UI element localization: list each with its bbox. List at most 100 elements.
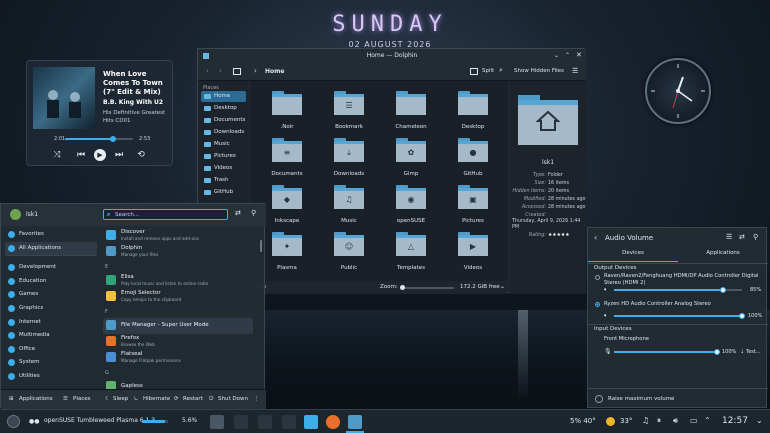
output-slider-2-knob[interactable] (739, 313, 745, 319)
show-hidden-button[interactable]: Show Hidden Files (514, 68, 564, 74)
avatar[interactable] (10, 209, 21, 220)
sidebar-item-music[interactable]: Music (201, 139, 246, 150)
tab-devices[interactable]: Devices (588, 250, 678, 262)
view-mode-icon[interactable] (233, 68, 241, 75)
category-games[interactable]: Games (5, 288, 97, 301)
output-slider-1[interactable] (614, 287, 742, 293)
hibernate-button[interactable]: Hibernate (143, 396, 170, 402)
category-development[interactable]: Development (5, 261, 97, 274)
sidebar-item-downloads[interactable]: Downloads (201, 127, 246, 138)
minimize-icon[interactable]: ⌄ (554, 52, 559, 59)
search-icon[interactable]: ⌕ (499, 66, 503, 75)
repeat-icon[interactable]: ⟲ (135, 149, 147, 161)
maximize-icon[interactable]: ⌃ (565, 52, 570, 59)
taskbar-app-discover[interactable] (304, 415, 318, 429)
shutdown-button[interactable]: Shut Down (218, 396, 248, 402)
output-slider-1-knob[interactable] (719, 287, 726, 293)
file-item[interactable]: ⤓ Downloads (324, 138, 374, 188)
volume-icon[interactable]: 🔊︎ (673, 416, 678, 426)
file-item[interactable]: ◉ openSUSE (386, 185, 436, 235)
sidebar-item-github[interactable]: GitHub (201, 187, 246, 198)
app-flatseal[interactable]: Flatseal Manage Flatpak permissions (103, 350, 253, 366)
sidebar-item-home[interactable]: Home (201, 91, 246, 102)
tab-applications[interactable]: Applications (678, 250, 768, 262)
weather-label[interactable]: 5% 40° (570, 417, 596, 425)
speaker-icon[interactable]: 🔈︎ (604, 286, 608, 294)
sidebar-item-trash[interactable]: Trash (201, 175, 246, 186)
app-emoji-selector[interactable]: Emoji Selector Copy emojis to the clipboa… (103, 289, 253, 305)
taskbar-app-gimp[interactable] (258, 415, 272, 429)
pause-icon[interactable]: ⏸ (657, 416, 661, 426)
split-button[interactable]: Split (482, 68, 494, 74)
sidebar-item-desktop[interactable]: Desktop (201, 103, 246, 114)
output-radio-1[interactable] (595, 275, 600, 280)
taskbar-app-settings[interactable] (210, 415, 224, 429)
category-favorites[interactable]: Favorites (5, 228, 97, 241)
seek-bar[interactable] (65, 136, 133, 142)
file-item[interactable]: ◆ Inkscape (262, 185, 312, 235)
file-item[interactable]: ▣ Pictures (448, 185, 498, 235)
app-firefox[interactable]: Firefox Browse the Web (103, 334, 253, 350)
app-list-scrollbar[interactable] (260, 240, 262, 252)
next-icon[interactable]: ⏭ (113, 149, 125, 161)
taskbar-app-dolphin[interactable] (348, 415, 362, 429)
pin-icon[interactable]: ⚲ (251, 209, 256, 217)
pin-icon[interactable]: ⚲ (753, 233, 758, 241)
category-system[interactable]: System (5, 356, 97, 369)
hamburger-menu-icon[interactable]: ☰ (572, 67, 578, 75)
category-education[interactable]: Education (5, 275, 97, 288)
output-slider-2[interactable] (614, 313, 745, 319)
display-icon[interactable]: ▭ (690, 416, 698, 425)
applications-tab[interactable]: Applications (19, 396, 53, 402)
input-slider-1-knob[interactable] (714, 349, 720, 355)
temperature-label[interactable]: 33° (620, 417, 632, 425)
category-all-applications[interactable]: All Applications (5, 241, 97, 255)
peek-desktop-icon[interactable]: ⌄ (756, 416, 763, 425)
close-icon[interactable]: ✕ (576, 51, 582, 59)
zoom-knob[interactable] (400, 285, 405, 290)
places-tab[interactable]: Places (73, 396, 91, 402)
back-icon[interactable]: ‹ (594, 233, 597, 242)
file-item[interactable]: ☰ Bookmark (324, 91, 374, 141)
taskbar-app-kate[interactable] (282, 415, 296, 429)
file-item[interactable]: ▶ Videos (448, 232, 498, 282)
input-slider-1[interactable] (614, 349, 720, 355)
sidebar-item-pictures[interactable]: Pictures (201, 151, 246, 162)
search-input[interactable]: ⌕ Search... (103, 209, 228, 220)
category-graphics[interactable]: Graphics (5, 302, 97, 315)
app-elisa[interactable]: Elisa Play local music and listen to onli… (103, 273, 253, 289)
free-space-chevron-icon[interactable]: ⌄ (500, 283, 505, 290)
file-item[interactable]: Desktop (448, 91, 498, 141)
file-item[interactable]: △ Templates (386, 232, 436, 282)
forward-icon[interactable]: › (219, 67, 222, 75)
file-item[interactable]: ● GitHub (448, 138, 498, 188)
file-item[interactable]: ✿ Gimp (386, 138, 436, 188)
sidebar-item-documents[interactable]: Documents (201, 115, 246, 126)
file-item[interactable]: .Noir (262, 91, 312, 141)
file-item[interactable]: ≡ Documents (262, 138, 312, 188)
sidebar-item-videos[interactable]: Videos (201, 163, 246, 174)
more-icon[interactable]: ⋮ (254, 396, 260, 402)
sleep-button[interactable]: Sleep (113, 396, 128, 402)
file-item[interactable]: Chameleon (386, 91, 436, 141)
play-icon[interactable]: ▶ (94, 149, 106, 161)
clock-time[interactable]: 12:57 (722, 416, 748, 426)
category-office[interactable]: Office (5, 343, 97, 356)
tray-expand-icon[interactable]: ⌃ (704, 416, 711, 425)
speaker-icon[interactable]: 🔈︎ (604, 312, 608, 320)
category-internet[interactable]: Internet (5, 316, 97, 329)
category-multimedia[interactable]: Multimedia (5, 329, 97, 342)
file-item[interactable]: ♫ Music (324, 185, 374, 235)
restart-button[interactable]: Restart (183, 396, 203, 402)
taskbar-app-firefox[interactable] (326, 415, 340, 429)
taskbar-app-terminal[interactable] (234, 415, 248, 429)
back-icon[interactable]: ‹ (206, 67, 209, 75)
app-dolphin[interactable]: Dolphin Manage your files (103, 244, 253, 260)
app-discover[interactable]: Discover Install and remove apps and add-… (103, 228, 253, 244)
output-radio-2[interactable] (595, 302, 600, 307)
category-utilities[interactable]: Utilities (5, 370, 97, 383)
file-item[interactable]: ✦ Plasma (262, 232, 312, 282)
microphone-icon[interactable]: 🎙︎ (604, 348, 612, 355)
raise-max-toggle[interactable] (595, 395, 603, 403)
mic-test-button[interactable]: Test... (746, 349, 761, 355)
